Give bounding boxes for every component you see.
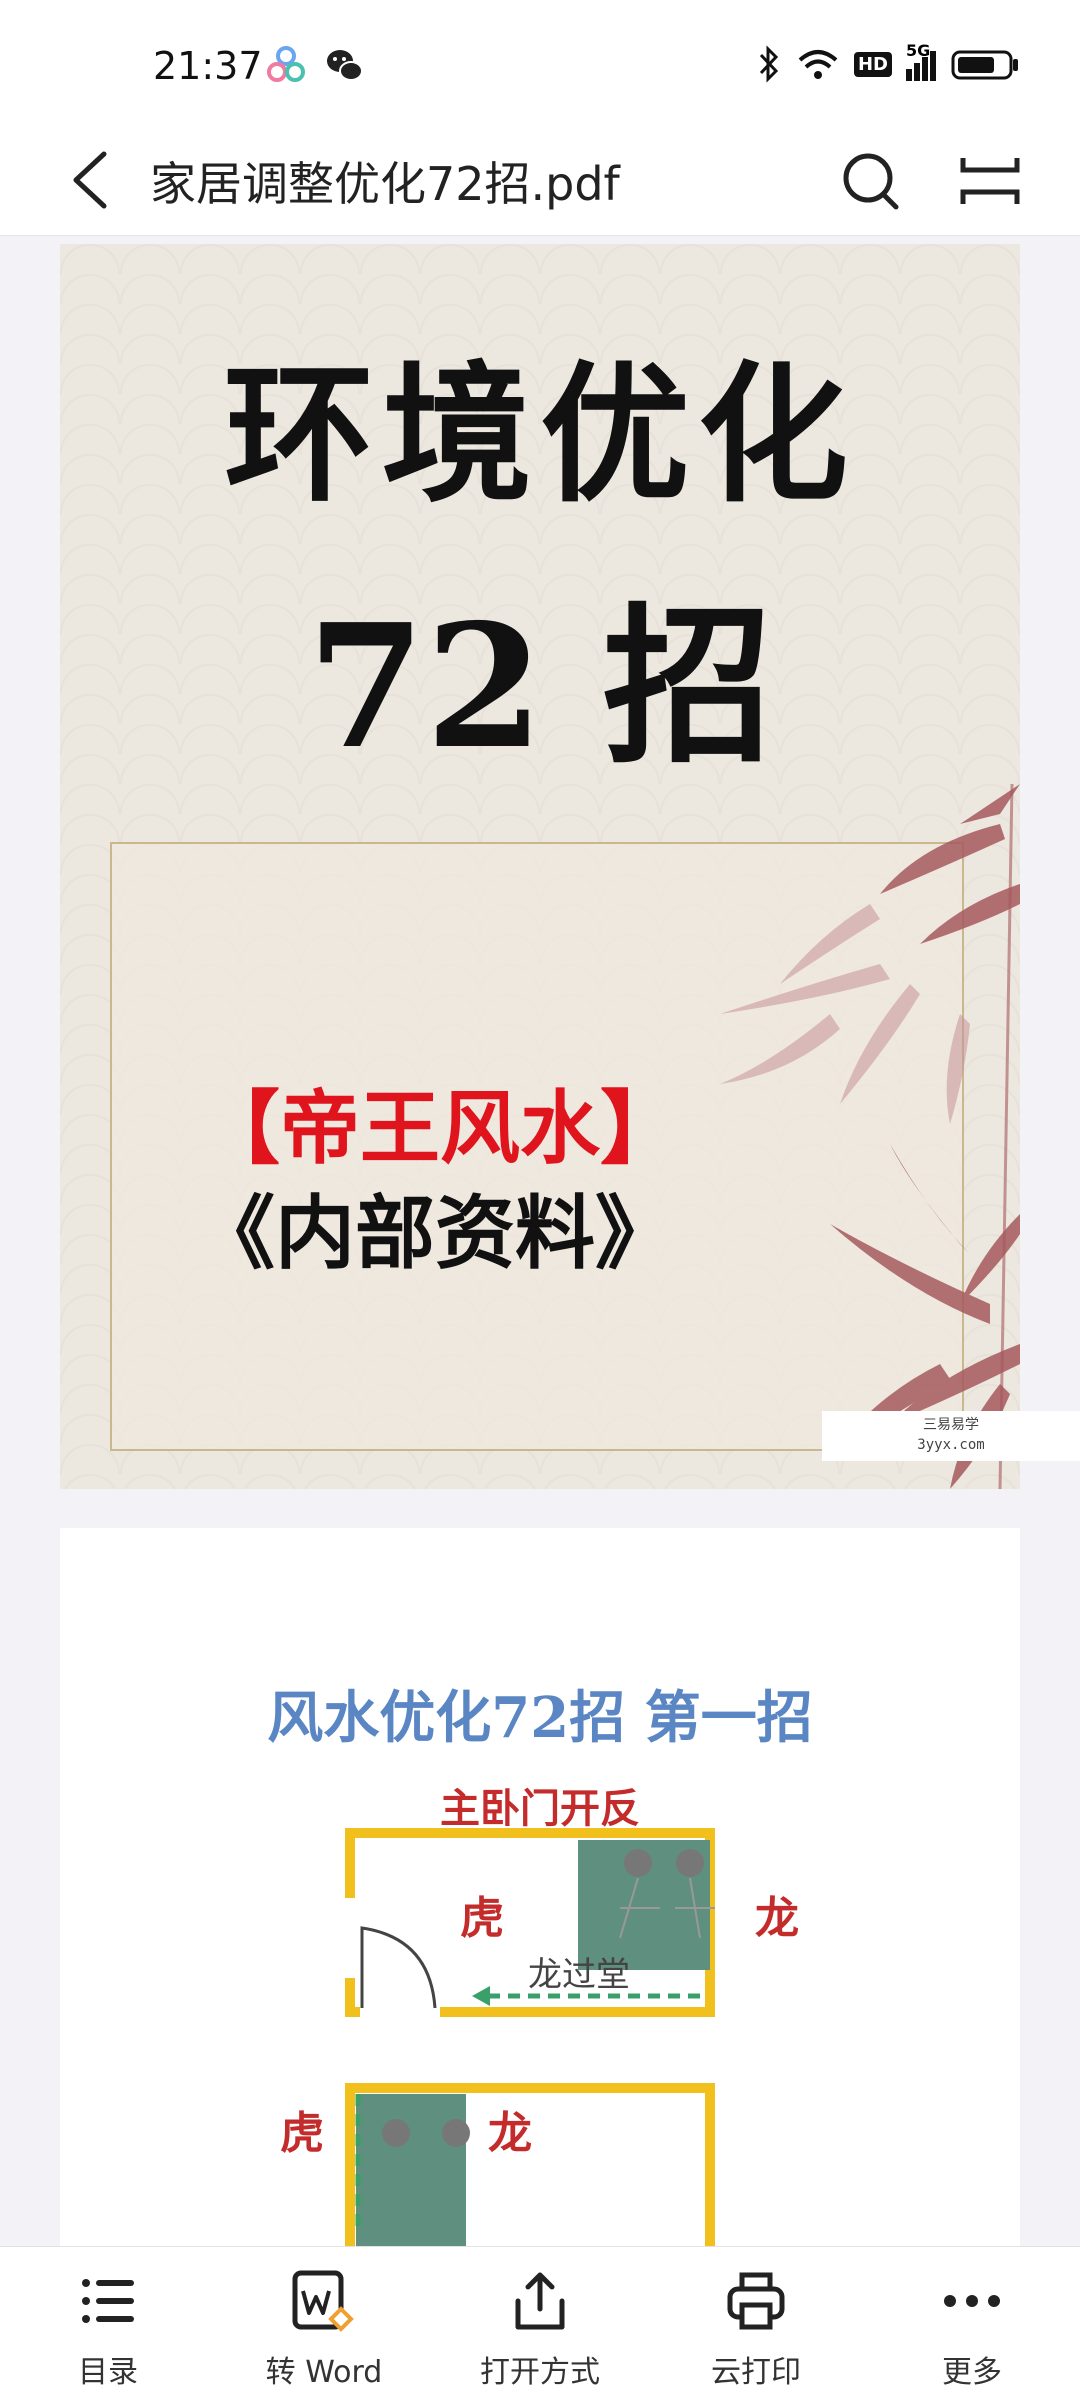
pdf-viewer[interactable]: 环境优化 72 招 【帝王风水】 《内部资料》 三易易学 3yyx.com 风水… — [0, 236, 1080, 2246]
back-arrow-icon — [73, 151, 107, 209]
status-time: 21:37 — [153, 44, 263, 88]
toc-button[interactable]: 目录 — [0, 2247, 216, 2401]
search-button[interactable] — [836, 140, 906, 220]
pdf-page-2: 风水优化72招 第一招 主卧门开反 虎 龙 龙过堂 虎 龙 — [60, 1528, 1020, 2246]
fullscreen-button[interactable] — [955, 140, 1025, 220]
pdf-page-1: 环境优化 72 招 【帝王风水】 《内部资料》 — [60, 244, 1020, 1489]
battery-icon — [951, 50, 1018, 80]
more-button[interactable]: 更多 — [864, 2247, 1080, 2401]
label-dragon-bottom: 龙 — [488, 2108, 532, 2159]
share-icon — [515, 2272, 565, 2330]
system-status-icons: HD 5G — [756, 41, 1020, 84]
cover-title-line2: 72 招 — [307, 587, 773, 787]
bluetooth-icon — [759, 45, 779, 83]
document-title: 家居调整优化72招.pdf — [150, 157, 620, 211]
more-label: 更多 — [942, 2355, 1002, 2390]
app-notification-icon — [267, 46, 305, 82]
cover-subtitle: 《内部资料》 — [195, 1187, 675, 1280]
label-dragon-pass: 龙过堂 — [528, 1955, 630, 1995]
document-header: 家居调整优化72招.pdf — [0, 130, 1080, 236]
open-with-label: 打开方式 — [480, 2355, 600, 2390]
watermark-line2: 3yyx.com — [917, 1437, 985, 1453]
label-dragon-top: 龙 — [755, 1893, 799, 1944]
fullscreen-icon — [960, 158, 1020, 204]
wifi-icon — [798, 50, 838, 79]
open-with-button[interactable]: 打开方式 — [432, 2247, 648, 2401]
bamboo-decoration — [720, 784, 1020, 1489]
watermark-line1: 三易易学 — [923, 1417, 979, 1433]
signal-icon: 5G — [906, 41, 936, 81]
search-icon — [843, 153, 899, 210]
status-bar: 21:37 HD 5G — [0, 0, 1080, 130]
cover-tag: 【帝王风水】 — [200, 1082, 680, 1175]
watermark-label: 三易易学 3yyx.com — [822, 1411, 1080, 1461]
convert-word-icon — [292, 2270, 354, 2332]
cover-title-line1: 环境优化 — [223, 347, 856, 523]
network-type: 5G — [906, 41, 931, 60]
convert-word-label: 转 Word — [265, 2355, 383, 2390]
bottom-toolbar: 目录 转 Word 打开方式 云打印 更多 — [0, 2246, 1080, 2401]
back-button[interactable] — [62, 140, 122, 220]
notification-icons — [266, 45, 364, 85]
label-tiger-bottom: 虎 — [280, 2108, 324, 2159]
convert-word-button[interactable]: 转 Word — [216, 2247, 432, 2401]
toc-label: 目录 — [78, 2355, 138, 2390]
label-tiger-top: 虎 — [460, 1893, 504, 1944]
wechat-icon — [327, 50, 363, 81]
cloud-print-button[interactable]: 云打印 — [648, 2247, 864, 2401]
list-icon — [82, 2279, 134, 2323]
bedroom-diagram: 虎 龙 龙过堂 虎 龙 — [280, 1828, 799, 2246]
printer-icon — [727, 2272, 785, 2330]
more-icon — [944, 2295, 1000, 2307]
cloud-print-label: 云打印 — [711, 2355, 801, 2390]
hd-badge: HD — [853, 51, 892, 77]
